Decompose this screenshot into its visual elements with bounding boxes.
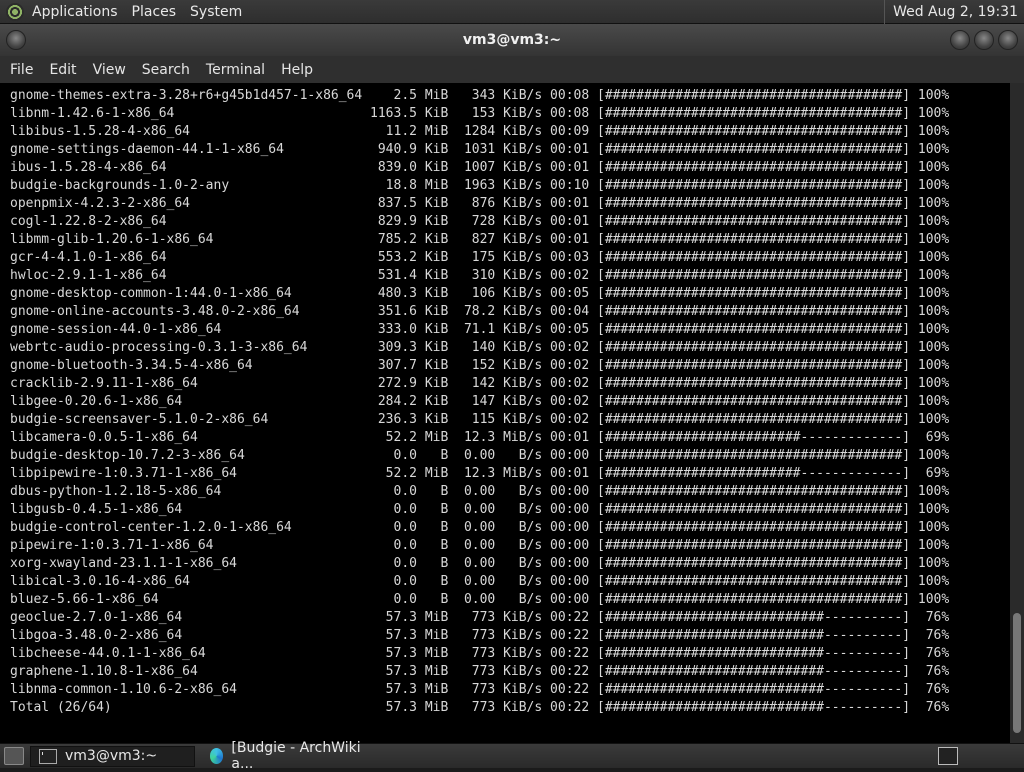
terminal-line: gnome-session-44.0-1-x86_64 333.0 KiB 71… bbox=[10, 322, 950, 337]
terminal-scrollbar[interactable] bbox=[1010, 83, 1024, 743]
menu-file[interactable]: File bbox=[2, 62, 41, 78]
terminal-lines: gnome-themes-extra-3.28+r6+g45b1d457-1-x… bbox=[10, 87, 949, 717]
terminal-line: budgie-desktop-10.7.2-3-x86_64 0.0 B 0.0… bbox=[10, 448, 950, 463]
terminal-line: libnm-1.42.6-1-x86_64 1163.5 KiB 153 KiB… bbox=[10, 106, 950, 121]
terminal-line: libical-3.0.16-4-x86_64 0.0 B 0.00 B/s 0… bbox=[10, 574, 950, 589]
window-menu-button[interactable] bbox=[6, 30, 26, 50]
scrollbar-thumb[interactable] bbox=[1013, 613, 1021, 733]
terminal-line: webrtc-audio-processing-0.3.1-3-x86_64 3… bbox=[10, 340, 950, 355]
minimize-button[interactable] bbox=[950, 30, 970, 50]
menu-view[interactable]: View bbox=[85, 62, 134, 78]
taskbar-item-label: [Budgie - ArchWiki a... bbox=[231, 740, 361, 772]
terminal-icon bbox=[39, 748, 57, 764]
terminal-line: budgie-backgrounds-1.0-2-any 18.8 MiB 19… bbox=[10, 178, 950, 193]
taskbar-item-browser[interactable]: [Budgie - ArchWiki a... bbox=[201, 740, 371, 772]
terminal-line: Total (26/64) 57.3 MiB 773 KiB/s 00:22 [… bbox=[10, 700, 950, 715]
close-button[interactable] bbox=[998, 30, 1018, 50]
maximize-button[interactable] bbox=[974, 30, 994, 50]
terminal-line: gnome-desktop-common-1:44.0-1-x86_64 480… bbox=[10, 286, 950, 301]
distro-logo-icon[interactable] bbox=[6, 2, 24, 21]
terminal-line: bluez-5.66-1-x86_64 0.0 B 0.00 B/s 00:00… bbox=[10, 592, 950, 607]
terminal-output[interactable]: gnome-themes-extra-3.28+r6+g45b1d457-1-x… bbox=[0, 83, 1010, 743]
terminal-line: libcheese-44.0.1-1-x86_64 57.3 MiB 773 K… bbox=[10, 646, 950, 661]
terminal-line: gnome-bluetooth-3.34.5-4-x86_64 307.7 Ki… bbox=[10, 358, 950, 373]
terminal-line: cogl-1.22.8-2-x86_64 829.9 KiB 728 KiB/s… bbox=[10, 214, 950, 229]
menu-bar: File Edit View Search Terminal Help bbox=[0, 56, 1024, 83]
terminal-line: dbus-python-1.2.18-5-x86_64 0.0 B 0.00 B… bbox=[10, 484, 950, 499]
taskbar-item-label: vm3@vm3:~ bbox=[65, 748, 158, 764]
terminal-line: libnma-common-1.10.6-2-x86_64 57.3 MiB 7… bbox=[10, 682, 950, 697]
terminal-line: gcr-4-4.1.0-1-x86_64 553.2 KiB 175 KiB/s… bbox=[10, 250, 950, 265]
terminal-line: ibus-1.5.28-4-x86_64 839.0 KiB 1007 KiB/… bbox=[10, 160, 950, 175]
terminal-line: libgusb-0.4.5-1-x86_64 0.0 B 0.00 B/s 00… bbox=[10, 502, 950, 517]
terminal-line: libpipewire-1:0.3.71-1-x86_64 52.2 MiB 1… bbox=[10, 466, 950, 481]
terminal-line: libgee-0.20.6-1-x86_64 284.2 KiB 147 KiB… bbox=[10, 394, 950, 409]
terminal-line: gnome-settings-daemon-44.1-1-x86_64 940.… bbox=[10, 142, 950, 157]
terminal-line: gnome-online-accounts-3.48.0-2-x86_64 35… bbox=[10, 304, 950, 319]
terminal-line: libgoa-3.48.0-2-x86_64 57.3 MiB 773 KiB/… bbox=[10, 628, 950, 643]
menu-search[interactable]: Search bbox=[134, 62, 198, 78]
show-desktop-icon[interactable] bbox=[4, 747, 24, 765]
menu-system[interactable]: System bbox=[190, 4, 242, 20]
terminal-line: geoclue-2.7.0-1-x86_64 57.3 MiB 773 KiB/… bbox=[10, 610, 950, 625]
browser-icon bbox=[210, 748, 224, 764]
window-title: vm3@vm3:~ bbox=[462, 32, 562, 48]
terminal-line: openpmix-4.2.3-2-x86_64 837.5 KiB 876 Ki… bbox=[10, 196, 950, 211]
terminal-line: libcamera-0.0.5-1-x86_64 52.2 MiB 12.3 M… bbox=[10, 430, 950, 445]
terminal-line: hwloc-2.9.1-1-x86_64 531.4 KiB 310 KiB/s… bbox=[10, 268, 950, 283]
terminal-line: budgie-control-center-1.2.0-1-x86_64 0.0… bbox=[10, 520, 950, 535]
menu-terminal[interactable]: Terminal bbox=[198, 62, 273, 78]
bottom-panel: vm3@vm3:~ [Budgie - ArchWiki a... bbox=[0, 740, 1024, 772]
terminal-line: libmm-glib-1.20.6-1-x86_64 785.2 KiB 827… bbox=[10, 232, 950, 247]
menu-edit[interactable]: Edit bbox=[41, 62, 84, 78]
clock[interactable]: Wed Aug 2, 19:31 bbox=[884, 0, 1018, 24]
window-title-bar[interactable]: vm3@vm3:~ bbox=[0, 24, 1024, 56]
terminal-line: gnome-themes-extra-3.28+r6+g45b1d457-1-x… bbox=[10, 88, 950, 103]
terminal-line: xorg-xwayland-23.1.1-1-x86_64 0.0 B 0.00… bbox=[10, 556, 950, 571]
menu-applications[interactable]: Applications bbox=[32, 4, 118, 20]
tray-terminal-icon[interactable] bbox=[938, 747, 958, 765]
terminal-line: budgie-screensaver-5.1.0-2-x86_64 236.3 … bbox=[10, 412, 950, 427]
terminal-line: cracklib-2.9.11-1-x86_64 272.9 KiB 142 K… bbox=[10, 376, 950, 391]
menu-places[interactable]: Places bbox=[132, 4, 177, 20]
terminal-line: pipewire-1:0.3.71-1-x86_64 0.0 B 0.00 B/… bbox=[10, 538, 950, 553]
taskbar-item-terminal[interactable]: vm3@vm3:~ bbox=[30, 745, 195, 767]
terminal-line: graphene-1.10.8-1-x86_64 57.3 MiB 773 Ki… bbox=[10, 664, 950, 679]
top-panel: Applications Places System Wed Aug 2, 19… bbox=[0, 0, 1024, 24]
menu-help[interactable]: Help bbox=[273, 62, 321, 78]
terminal-line: libibus-1.5.28-4-x86_64 11.2 MiB 1284 Ki… bbox=[10, 124, 950, 139]
